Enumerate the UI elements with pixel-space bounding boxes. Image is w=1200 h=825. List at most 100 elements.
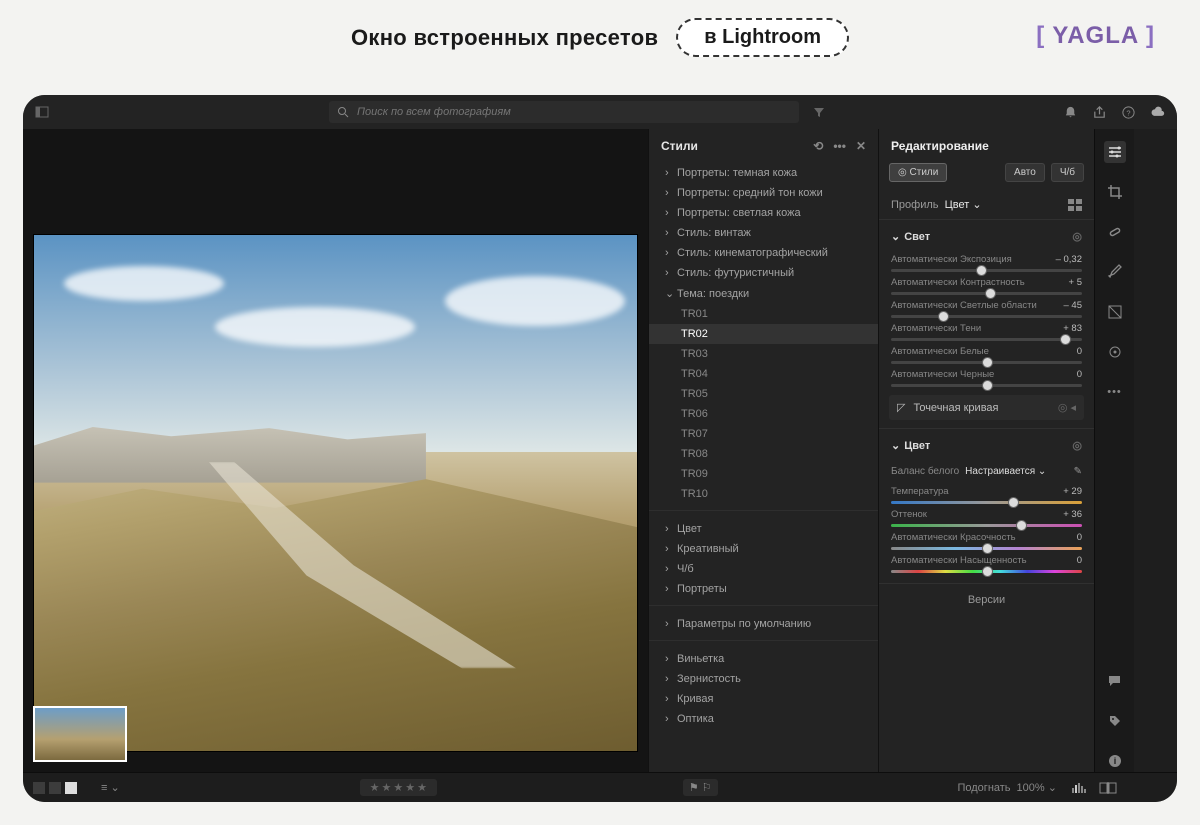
wb-value[interactable]: Настраивается ⌄	[965, 466, 1046, 477]
slider-Автоматически Экспозиция[interactable]: Автоматически Экспозиция– 0,32	[879, 251, 1094, 274]
chevron-down-icon[interactable]: ⌄	[891, 230, 900, 243]
tag-icon[interactable]	[1104, 710, 1126, 732]
presets-chip[interactable]: ◎ Стили	[889, 163, 947, 182]
search-bar[interactable]	[329, 101, 799, 123]
preset-group[interactable]: ›Портреты: светлая кожа	[649, 203, 878, 223]
filter-icon[interactable]	[813, 106, 825, 118]
preset-group[interactable]: ›Кривая	[649, 689, 878, 709]
preset-group[interactable]: ›Оптика	[649, 709, 878, 729]
preset-group[interactable]: ›Стиль: винтаж	[649, 223, 878, 243]
cloud-icon[interactable]	[1150, 105, 1165, 120]
more-icon[interactable]: •••	[833, 139, 846, 153]
preset-group[interactable]: ›Стиль: кинематографический	[649, 243, 878, 263]
slider-track[interactable]	[891, 570, 1082, 573]
preset-item[interactable]: TR09	[649, 464, 878, 484]
versions-button[interactable]: Версии	[879, 583, 1094, 616]
preset-group[interactable]: ›Креативный	[649, 539, 878, 559]
slider-track[interactable]	[891, 292, 1082, 295]
close-icon[interactable]: ✕	[856, 139, 866, 153]
slider-knob[interactable]	[982, 566, 993, 577]
slider-knob[interactable]	[938, 311, 949, 322]
bw-chip[interactable]: Ч/б	[1051, 163, 1084, 182]
rating-stars[interactable]: ★★★★★	[360, 779, 437, 796]
share-icon[interactable]	[1092, 105, 1107, 120]
eye-icon[interactable]: ◎	[1072, 230, 1082, 243]
slider-knob[interactable]	[982, 380, 993, 391]
info-icon[interactable]: i	[1104, 750, 1126, 772]
slider-label: Автоматически Красочность	[891, 532, 1016, 543]
more-icon[interactable]: •••	[1104, 381, 1126, 403]
preset-item[interactable]: TR04	[649, 364, 878, 384]
flag-icon[interactable]: ⚑ ⚐	[683, 779, 718, 796]
preset-item[interactable]: TR07	[649, 424, 878, 444]
preset-item[interactable]: TR03	[649, 344, 878, 364]
linear-gradient-icon[interactable]	[1104, 301, 1126, 323]
slider-knob[interactable]	[1060, 334, 1071, 345]
histogram-icon[interactable]	[1071, 782, 1087, 794]
photo-thumbnail[interactable]	[33, 706, 127, 762]
eyedropper-icon[interactable]: ✎	[1074, 466, 1082, 477]
slider-Температура[interactable]: Температура+ 29	[879, 483, 1094, 506]
slider-Автоматически Красочность[interactable]: Автоматически Красочность0	[879, 529, 1094, 552]
slider-Автоматически Светлые области[interactable]: Автоматически Светлые области– 45	[879, 297, 1094, 320]
panel-toggle-icon[interactable]	[35, 105, 49, 119]
zoom-value[interactable]: 100% ⌄	[1017, 781, 1057, 794]
photo-canvas[interactable]	[33, 234, 638, 752]
heal-icon[interactable]	[1104, 221, 1126, 243]
fit-button[interactable]: Подогнать	[957, 782, 1010, 794]
tone-curve-button[interactable]: ◸ Точечная кривая ◎ ◂	[889, 395, 1084, 420]
preset-group[interactable]: ›Цвет	[649, 519, 878, 539]
slider-Автоматически Белые[interactable]: Автоматически Белые0	[879, 343, 1094, 366]
preset-group[interactable]: ›Виньетка	[649, 649, 878, 669]
undo-icon[interactable]: ⟲	[813, 139, 823, 153]
slider-Автоматически Черные[interactable]: Автоматически Черные0	[879, 366, 1094, 389]
profile-value[interactable]: Цвет ⌄	[945, 199, 982, 211]
compare-icon[interactable]	[1099, 782, 1117, 794]
slider-knob[interactable]	[1016, 520, 1027, 531]
sort-icon[interactable]: ≡ ⌄	[101, 781, 120, 794]
preset-item[interactable]: TR05	[649, 384, 878, 404]
slider-track[interactable]	[891, 315, 1082, 318]
preset-group[interactable]: ›Портреты	[649, 579, 878, 599]
preset-group[interactable]: ›Параметры по умолчанию	[649, 614, 878, 634]
slider-Автоматически Контрастность[interactable]: Автоматически Контрастность+ 5	[879, 274, 1094, 297]
preset-group[interactable]: ›Стиль: футуристичный	[649, 263, 878, 283]
auto-chip[interactable]: Авто	[1005, 163, 1045, 182]
crop-icon[interactable]	[1104, 181, 1126, 203]
slider-track[interactable]	[891, 338, 1082, 341]
radial-gradient-icon[interactable]	[1104, 341, 1126, 363]
preset-item[interactable]: TR10	[649, 484, 878, 504]
slider-knob[interactable]	[976, 265, 987, 276]
preset-group[interactable]: ⌄Тема: поездки	[649, 283, 878, 304]
preset-item[interactable]: TR01	[649, 304, 878, 324]
bell-icon[interactable]	[1063, 105, 1078, 120]
profile-grid-icon[interactable]	[1068, 199, 1082, 211]
slider-knob[interactable]	[982, 543, 993, 554]
preset-group[interactable]: ›Портреты: средний тон кожи	[649, 183, 878, 203]
sliders-icon[interactable]	[1104, 141, 1126, 163]
brush-icon[interactable]	[1104, 261, 1126, 283]
preset-group[interactable]: ›Зернистость	[649, 669, 878, 689]
preset-item[interactable]: TR06	[649, 404, 878, 424]
slider-knob[interactable]	[982, 357, 993, 368]
slider-Оттенок[interactable]: Оттенок+ 36	[879, 506, 1094, 529]
slider-track[interactable]	[891, 524, 1082, 527]
slider-track[interactable]	[891, 547, 1082, 550]
chevron-down-icon[interactable]: ⌄	[891, 439, 900, 452]
slider-Автоматически Насыщенность[interactable]: Автоматически Насыщенность0	[879, 552, 1094, 575]
slider-track[interactable]	[891, 361, 1082, 364]
help-icon[interactable]: ?	[1121, 105, 1136, 120]
slider-track[interactable]	[891, 384, 1082, 387]
eye-icon[interactable]: ◎	[1072, 439, 1082, 452]
preset-item[interactable]: TR02	[649, 324, 878, 344]
preset-group[interactable]: ›Ч/б	[649, 559, 878, 579]
slider-track[interactable]	[891, 269, 1082, 272]
preset-group[interactable]: ›Портреты: темная кожа	[649, 163, 878, 183]
comment-icon[interactable]	[1104, 670, 1126, 692]
slider-Автоматически Тени[interactable]: Автоматически Тени+ 83	[879, 320, 1094, 343]
page-header-title: Окно встроенных пресетов	[351, 25, 658, 51]
view-switcher[interactable]	[33, 782, 77, 794]
search-input[interactable]	[357, 106, 791, 118]
preset-item[interactable]: TR08	[649, 444, 878, 464]
slider-track[interactable]	[891, 501, 1082, 504]
